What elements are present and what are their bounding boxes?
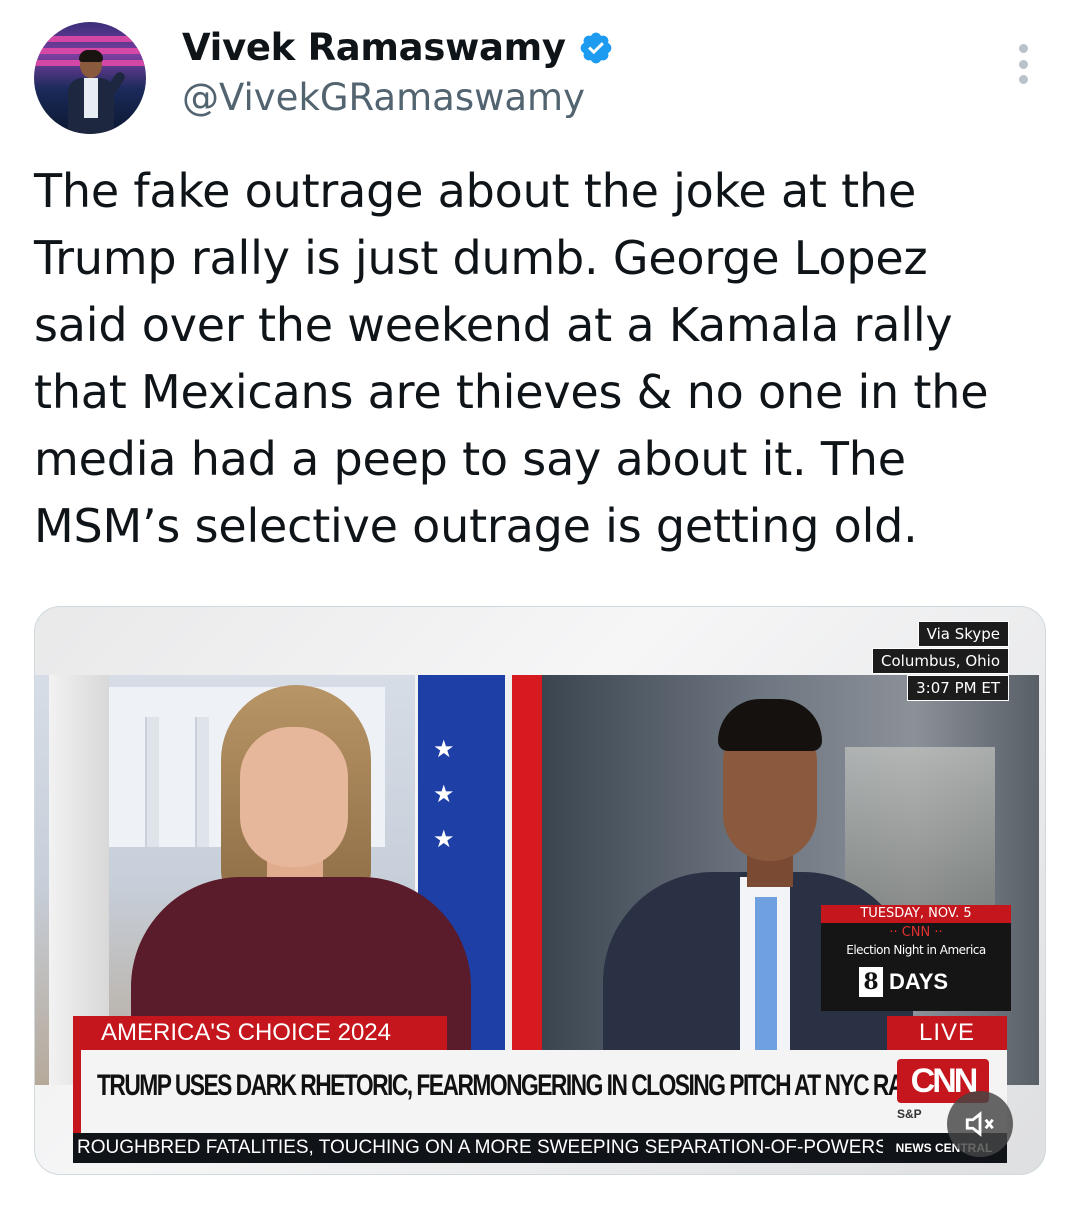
chyron-headline: TRUMP USES DARK RHETORIC, FEARMONGERING … bbox=[97, 1069, 941, 1102]
muted-speaker-icon[interactable] bbox=[947, 1091, 1013, 1157]
countdown-date: TUESDAY, NOV. 5 bbox=[821, 905, 1011, 923]
flag-strip-red bbox=[512, 675, 542, 1085]
tweet-text: The fake outrage about the joke at the T… bbox=[34, 158, 1044, 560]
live-badge: LIVE bbox=[887, 1016, 1007, 1050]
chyron-label: AMERICA'S CHOICE 2024 bbox=[73, 1016, 447, 1050]
more-options-icon[interactable] bbox=[1012, 44, 1034, 84]
tweet-video[interactable]: ★ ★ ★ Via Skype Columbus, Ohio 3:07 PM E… bbox=[34, 606, 1046, 1175]
author-name[interactable]: Vivek Ramaswamy bbox=[182, 26, 566, 69]
countdown-unit: DAYS bbox=[889, 969, 949, 994]
author-avatar[interactable] bbox=[34, 22, 146, 134]
tweet-line: media had a peep to say about it. The bbox=[34, 432, 906, 486]
time-tag: 3:07 PM ET bbox=[907, 675, 1009, 701]
countdown-network: ·· CNN ·· bbox=[889, 925, 943, 940]
tweet-line: said over the weekend at a Kamala rally bbox=[34, 298, 953, 352]
tweet-line: The fake outrage about the joke at the bbox=[34, 164, 917, 218]
location-tag: Columbus, Ohio bbox=[872, 648, 1009, 674]
election-countdown: TUESDAY, NOV. 5 ·· CNN ·· Election Night… bbox=[821, 905, 1011, 1011]
author-name-row: Vivek Ramaswamy bbox=[182, 26, 614, 69]
tweet-line: Trump rally is just dumb. George Lopez bbox=[34, 231, 928, 285]
author-handle[interactable]: @VivekGRamaswamy bbox=[182, 76, 585, 119]
news-ticker: ROUGHBRED FATALITIES, TOUCHING ON A MORE… bbox=[73, 1133, 1007, 1163]
countdown-number: 8 bbox=[859, 967, 883, 997]
star-icon: ★ bbox=[433, 780, 455, 808]
tweet-line: MSM’s selective outrage is getting old. bbox=[34, 499, 918, 553]
ticker-text: ROUGHBRED FATALITIES, TOUCHING ON A MORE… bbox=[77, 1137, 888, 1158]
star-icon: ★ bbox=[433, 825, 455, 853]
tweet-line: that Mexicans are thieves & no one in th… bbox=[34, 365, 989, 419]
location-tag: Via Skype bbox=[917, 621, 1009, 647]
countdown-event: Election Night in America bbox=[846, 943, 986, 957]
index-label: S&P bbox=[897, 1107, 922, 1121]
star-icon: ★ bbox=[433, 735, 455, 763]
verified-badge-icon bbox=[580, 32, 612, 63]
